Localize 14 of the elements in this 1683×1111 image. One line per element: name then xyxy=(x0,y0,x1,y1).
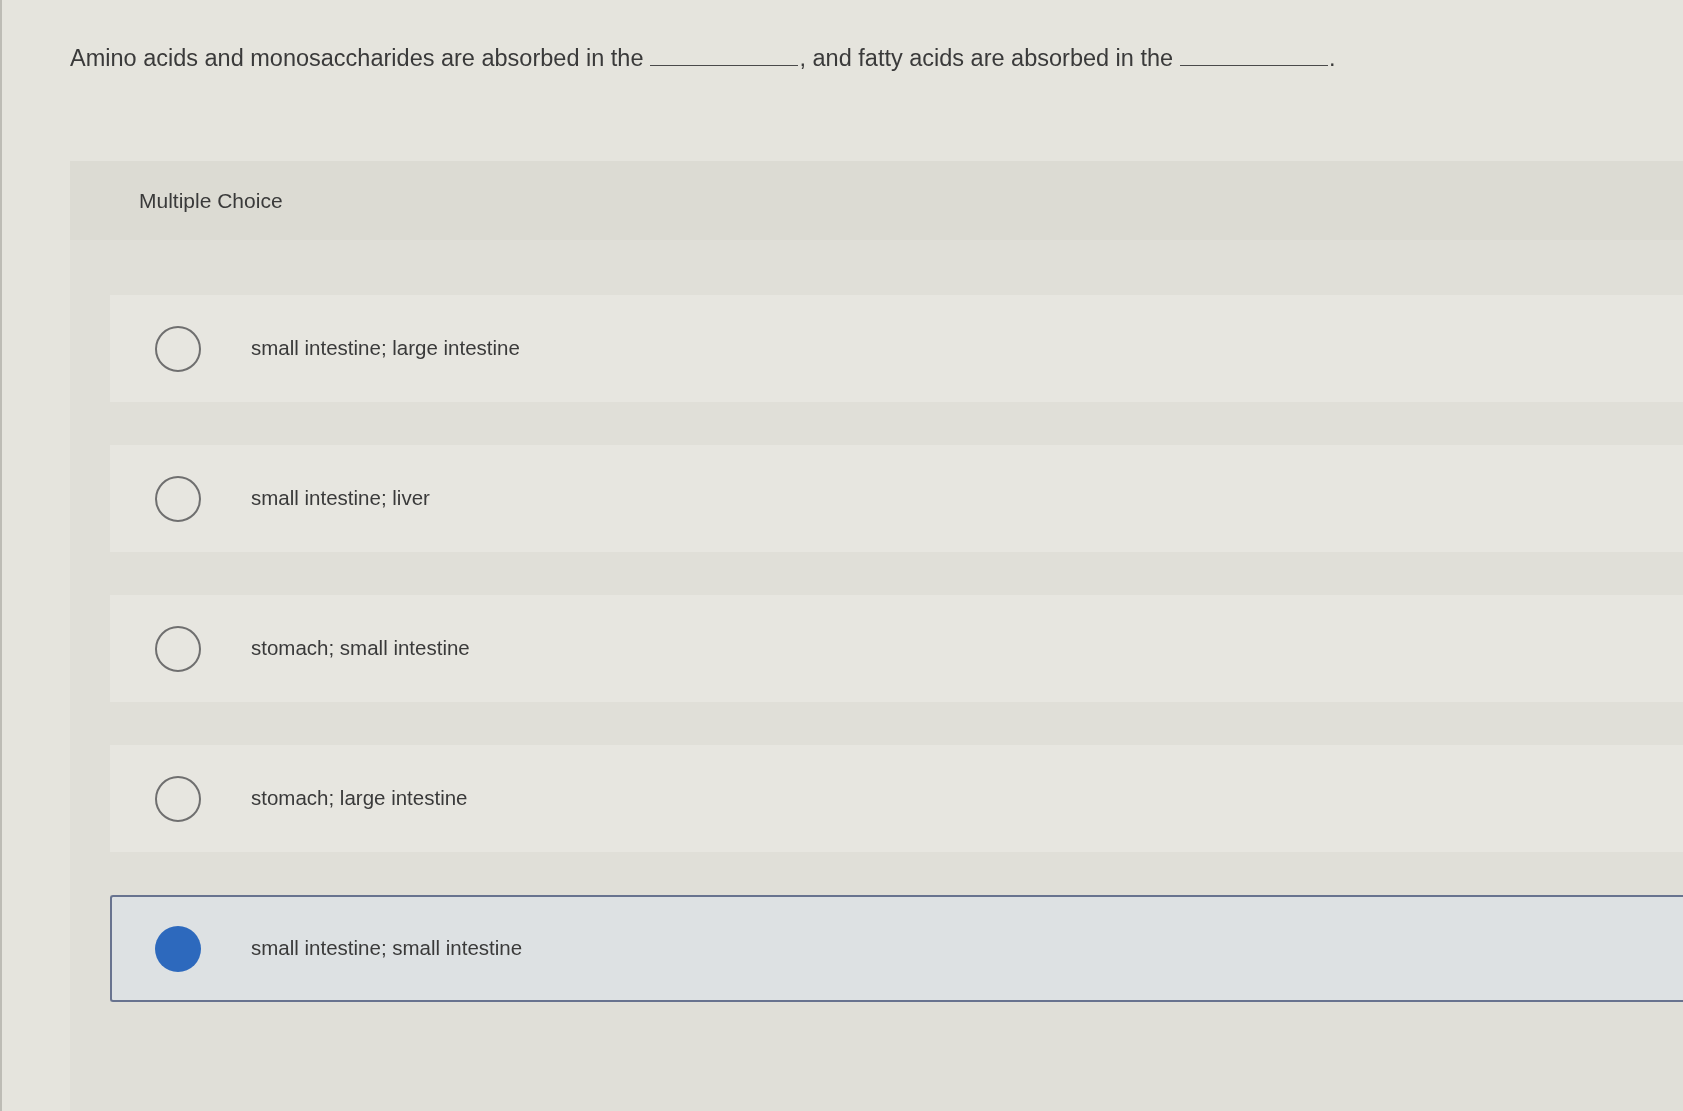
question-type-label: Multiple Choice xyxy=(139,187,283,214)
answer-option[interactable]: small intestine; small intestine xyxy=(110,895,1683,1002)
question-text: Amino acids and monosaccharides are absorbed in the xyxy=(70,45,644,71)
filled-radio-icon[interactable] xyxy=(155,925,201,972)
question-text: . xyxy=(1329,45,1336,71)
answer-option[interactable]: small intestine; large intestine xyxy=(110,295,1683,402)
radio-icon[interactable] xyxy=(155,325,201,372)
answer-option[interactable]: stomach; large intestine xyxy=(110,745,1683,852)
answer-option[interactable]: stomach; small intestine xyxy=(110,595,1683,702)
radio-icon[interactable] xyxy=(155,475,201,522)
radio-icon[interactable] xyxy=(155,625,201,672)
question-text: , and fatty acids are absorbed in the xyxy=(799,45,1174,71)
radio-icon[interactable] xyxy=(155,775,201,822)
answer-option[interactable]: small intestine; liver xyxy=(110,445,1683,552)
